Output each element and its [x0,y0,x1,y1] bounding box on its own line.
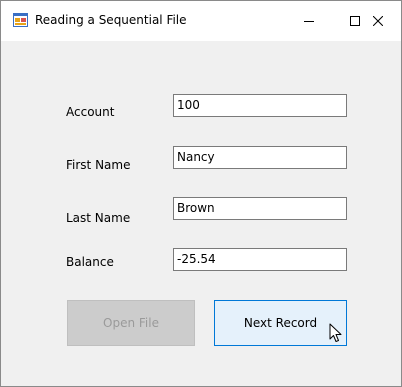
balance-label: Balance [66,255,114,269]
last-name-field[interactable]: Brown [173,197,347,220]
account-label: Account [66,105,115,119]
minimize-icon [304,21,314,22]
last-name-label: Last Name [66,211,131,225]
window-title: Reading a Sequential File [35,13,187,27]
open-file-button[interactable]: Open File [67,300,195,346]
first-name-field[interactable]: Nancy [173,146,347,169]
winforms-app-icon [13,13,28,27]
mouse-pointer-icon [329,323,342,342]
close-icon [373,16,383,26]
next-record-button[interactable]: Next Record [214,300,347,346]
close-button[interactable] [355,1,401,41]
balance-field[interactable]: -25.54 [173,248,347,271]
account-field[interactable]: 100 [173,94,347,117]
title-bar[interactable]: Reading a Sequential File [1,1,401,41]
first-name-label: First Name [66,158,131,172]
minimize-button[interactable] [286,1,332,41]
